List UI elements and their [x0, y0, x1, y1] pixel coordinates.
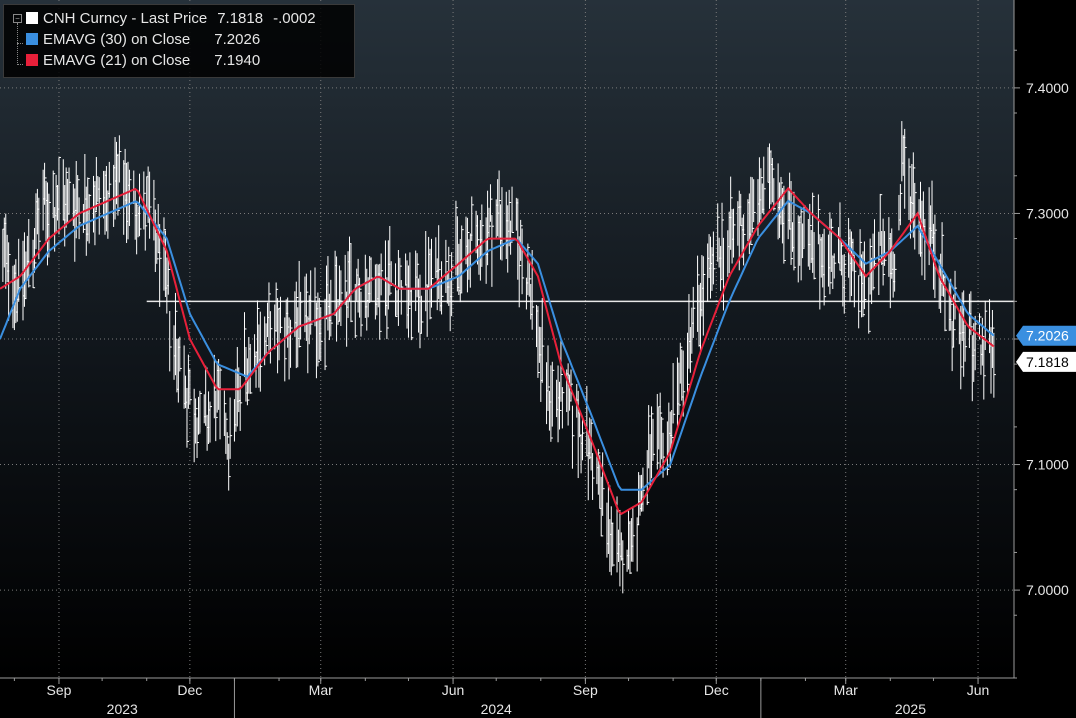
y-tick-label: 7.3000 — [1026, 205, 1069, 221]
legend-swatch-ema21 — [26, 54, 38, 66]
tree-branch — [17, 43, 23, 44]
y-tick-label: 7.0000 — [1026, 582, 1069, 598]
legend-label: EMAVG (21) on Close — [43, 51, 191, 69]
x-tick-label: Mar — [834, 682, 858, 698]
legend-label: EMAVG (30) on Close — [43, 30, 191, 48]
x-tick-label: Dec — [177, 682, 202, 698]
x-year-label: 2023 — [107, 701, 138, 717]
y-tick-label: 7.4000 — [1026, 80, 1069, 96]
legend-value: 7.1818 — [217, 9, 264, 27]
x-year-label: 2024 — [481, 701, 512, 717]
x-axis: Sep Dec Mar Jun Sep Dec Mar Jun 2023 2024 2025 — [13, 678, 990, 718]
price-chart: 7.00007.10007.20007.30007.4000 SepDecMar… — [0, 0, 1076, 718]
collapse-icon[interactable]: − — [13, 14, 22, 23]
legend-change: -.0002 — [273, 9, 316, 27]
legend-item-price[interactable]: CNH Curncy - Last Price 7.1818 -.0002 — [26, 8, 316, 28]
tree-branch — [17, 64, 23, 65]
tree-line — [17, 23, 18, 65]
y-tick-label: 7.1000 — [1026, 457, 1069, 473]
ema30-price-tag-text: 7.2026 — [1026, 328, 1069, 344]
legend-item-ema30[interactable]: EMAVG (30) on Close 7.2026 — [26, 29, 260, 49]
x-tick-label: Jun — [442, 682, 465, 698]
last-price-tag-text: 7.1818 — [1026, 354, 1069, 370]
x-tick-label: Sep — [573, 682, 598, 698]
x-tick-label: Dec — [704, 682, 729, 698]
legend-value: 7.1940 — [214, 51, 261, 69]
legend-swatch-ema30 — [26, 33, 38, 45]
x-year-label: 2025 — [895, 701, 926, 717]
x-tick-label: Jun — [967, 682, 990, 698]
legend-value: 7.2026 — [214, 30, 261, 48]
legend: − CNH Curncy - Last Price 7.1818 -.0002 … — [3, 4, 355, 78]
x-tick-label: Sep — [47, 682, 72, 698]
legend-label: CNH Curncy - Last Price — [43, 9, 208, 27]
x-tick-label: Mar — [309, 682, 333, 698]
legend-swatch-price — [26, 12, 38, 24]
price-tags: 7.2026 7.1818 — [1016, 325, 1076, 372]
legend-item-ema21[interactable]: EMAVG (21) on Close 7.1940 — [26, 50, 260, 70]
